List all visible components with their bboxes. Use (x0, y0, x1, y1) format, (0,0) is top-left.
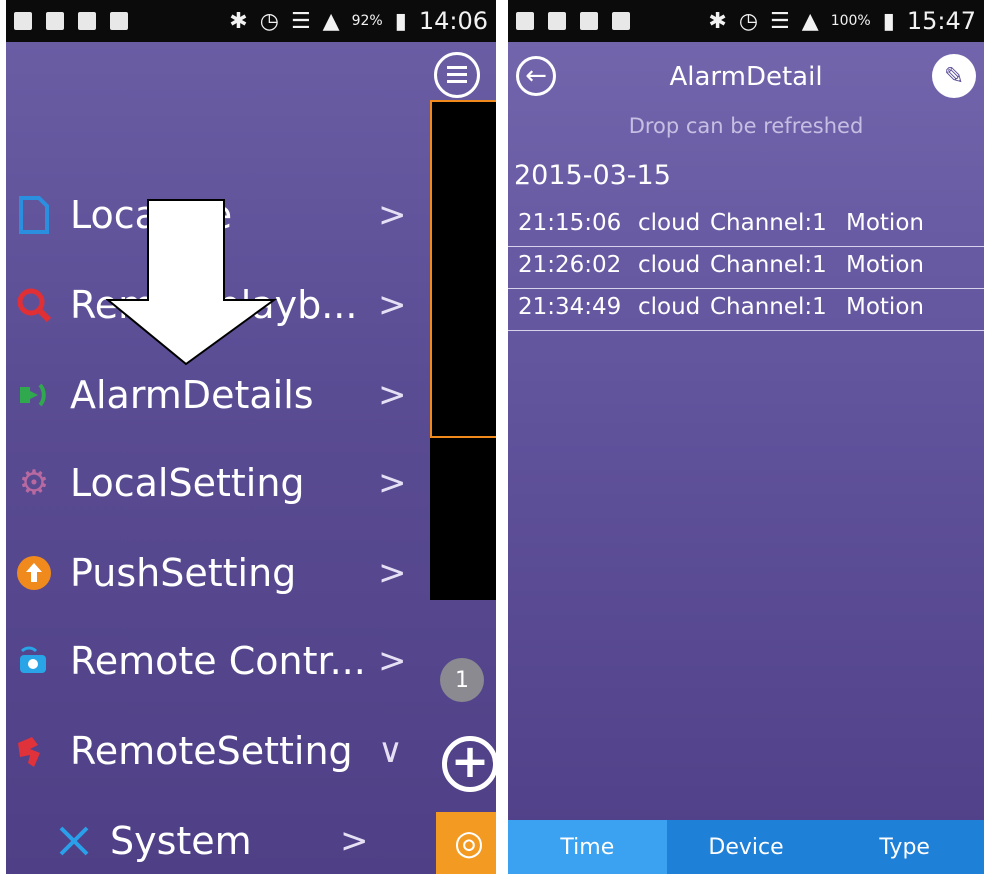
signal-icon: ▲ (322, 8, 340, 34)
battery-icon: ▮ (882, 8, 895, 34)
remote-control-icon (14, 641, 54, 681)
alarm-row[interactable]: 21:15:06 cloud Channel:1 Motion (508, 204, 984, 247)
pencil-icon: ✎ (943, 62, 965, 90)
notification-icon (78, 12, 96, 30)
alarm-channel: Channel:1 (710, 210, 827, 236)
left-phone-screen: ✱ ◷ ☰ ▲ 92% ▮ 14:06 LocalFile > Remotepl… (6, 0, 496, 874)
wifi-icon: ☰ (770, 8, 790, 34)
alarm-icon (14, 375, 54, 415)
signal-icon: ▲ (801, 8, 819, 34)
alarm-source: cloud (638, 294, 701, 320)
alarm-channel: Channel:1 (710, 252, 827, 278)
alarm-clock-icon: ◷ (259, 8, 279, 34)
page-title: AlarmDetail (669, 62, 823, 92)
clock: 14:06 (418, 7, 488, 35)
date-heading: 2015-03-15 (514, 160, 671, 191)
chevron-right-icon: > (340, 821, 369, 861)
menu-item-localsetting[interactable]: ⚙ LocalSetting > (6, 448, 426, 518)
tab-time[interactable]: Time (508, 820, 667, 874)
video-preview-panel[interactable] (430, 100, 496, 600)
refresh-hint: Drop can be refreshed (628, 114, 864, 138)
filter-tab-bar: Time Device Type (508, 820, 984, 874)
alarm-source: cloud (638, 252, 701, 278)
alarm-time: 21:15:06 (518, 210, 622, 236)
tab-type[interactable]: Type (825, 820, 984, 874)
chevron-right-icon: > (378, 463, 407, 503)
list-icon (447, 66, 467, 84)
search-icon (14, 285, 54, 325)
menu-item-label: AlarmDetails (70, 373, 314, 417)
notification-icon (612, 12, 630, 30)
title-bar: ← AlarmDetail ✎ (508, 42, 984, 112)
alarm-row[interactable]: 21:34:49 cloud Channel:1 Motion (508, 288, 984, 331)
notification-icon (548, 12, 566, 30)
battery-icon: ▮ (394, 8, 407, 34)
alarm-type: Motion (846, 294, 924, 320)
battery-percent: 92% (351, 13, 383, 29)
chevron-right-icon: > (378, 375, 407, 415)
tab-device[interactable]: Device (666, 820, 826, 874)
notification-icon (46, 12, 64, 30)
down-arrow-annotation (106, 199, 278, 366)
gear-icon: ⚙ (18, 463, 50, 503)
menu-item-remotesetting[interactable]: RemoteSetting ∨ (6, 716, 426, 786)
alarm-type: Motion (846, 210, 924, 236)
file-icon (14, 195, 54, 235)
device-count-badge[interactable]: 1 (440, 658, 484, 702)
menu-item-label: Remote Contr... (70, 639, 366, 683)
menu-item-pushsetting[interactable]: PushSetting > (6, 538, 426, 608)
chevron-right-icon: > (378, 641, 407, 681)
menu-item-label: LocalSetting (70, 461, 305, 505)
notification-icon (110, 12, 128, 30)
bluetooth-icon: ✱ (229, 8, 248, 34)
chevron-right-icon: > (378, 553, 407, 593)
wifi-icon: ☰ (290, 8, 311, 34)
menu-item-remotecontrol[interactable]: Remote Contr... > (6, 626, 426, 696)
chevron-down-icon: ∨ (378, 731, 403, 771)
selected-preview-frame (430, 100, 496, 438)
remote-setting-icon (14, 731, 54, 771)
battery-percent: 100% (830, 13, 871, 29)
status-bar: ✱ ◷ ☰ ▲ 92% ▮ 14:06 (6, 0, 496, 42)
bluetooth-icon: ✱ (708, 8, 727, 34)
menu-item-label: PushSetting (70, 551, 297, 595)
wrench-icon (54, 821, 94, 861)
notification-icon (516, 12, 534, 30)
status-bar: ✱ ◷ ☰ ▲ 100% ▮ 15:47 (508, 0, 984, 42)
alarm-row[interactable]: 21:26:02 cloud Channel:1 Motion (508, 246, 984, 289)
notification-icon (14, 12, 32, 30)
back-arrow-icon: ← (525, 61, 547, 91)
add-device-button[interactable]: + (442, 736, 496, 792)
clock: 15:47 (906, 7, 976, 35)
camera-button[interactable]: ◎ (436, 812, 496, 874)
chevron-right-icon: > (378, 285, 407, 325)
push-icon (14, 553, 54, 593)
edit-button[interactable]: ✎ (932, 54, 976, 98)
alarm-channel: Channel:1 (710, 294, 827, 320)
alarm-time: 21:34:49 (518, 294, 622, 320)
menu-item-label: System (110, 819, 252, 863)
alarm-time: 21:26:02 (518, 252, 622, 278)
right-phone-screen: ✱ ◷ ☰ ▲ 100% ▮ 15:47 ← AlarmDetail ✎ Dro… (508, 0, 984, 874)
alarm-source: cloud (638, 210, 701, 236)
chevron-right-icon: > (378, 195, 407, 235)
camera-icon: ◎ (454, 823, 484, 863)
notification-icon (580, 12, 598, 30)
menu-item-label: RemoteSetting (70, 729, 353, 773)
back-button[interactable]: ← (516, 56, 556, 96)
alarm-clock-icon: ◷ (738, 8, 759, 34)
menu-list-button[interactable] (434, 52, 480, 98)
menu-item-alarmdetails[interactable]: AlarmDetails > (6, 360, 426, 430)
alarm-type: Motion (846, 252, 924, 278)
menu-item-system[interactable]: System > (6, 806, 426, 874)
